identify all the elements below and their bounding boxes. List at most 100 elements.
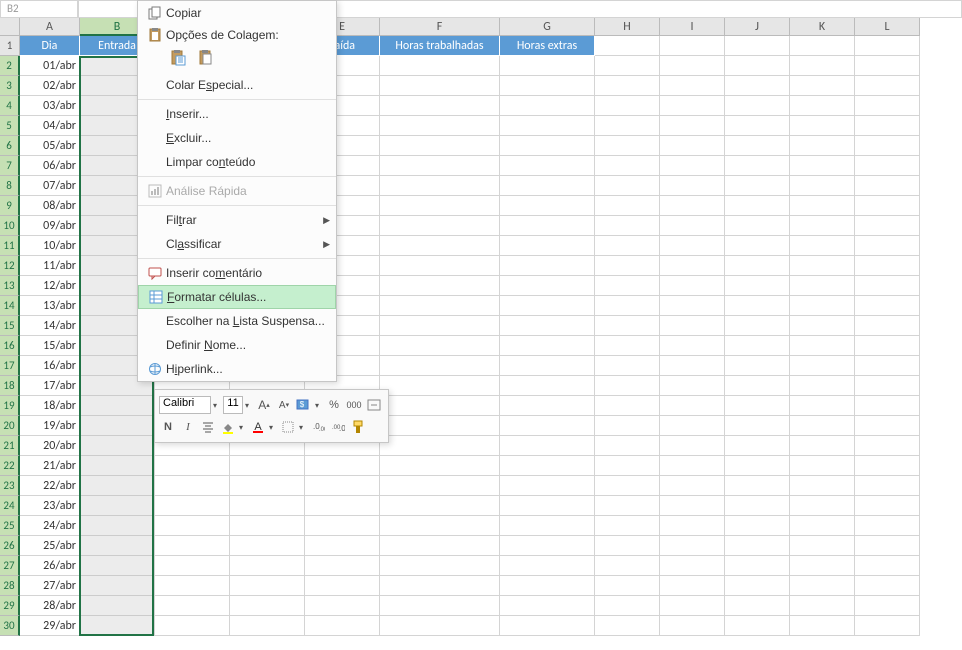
cell-D26[interactable] <box>230 536 305 556</box>
cell-I10[interactable] <box>660 216 725 236</box>
cell-H4[interactable] <box>595 96 660 116</box>
cell-B24[interactable] <box>80 496 155 516</box>
cell-G17[interactable] <box>500 356 595 376</box>
menu-filter[interactable]: Filtrar ▶ <box>138 208 336 232</box>
cell-I12[interactable] <box>660 256 725 276</box>
font-color-button[interactable]: A <box>249 418 267 436</box>
menu-delete[interactable]: Excluir... <box>138 126 336 150</box>
cell-K19[interactable] <box>790 396 855 416</box>
cell-A20[interactable]: 19/abr <box>20 416 80 436</box>
menu-sort[interactable]: Classificar ▶ <box>138 232 336 256</box>
cell-H6[interactable] <box>595 136 660 156</box>
menu-insert[interactable]: Inserir... <box>138 102 336 126</box>
cell-G1[interactable]: Horas extras <box>500 36 595 56</box>
cell-I28[interactable] <box>660 576 725 596</box>
row-header-8[interactable]: 8 <box>0 176 20 196</box>
cell-J5[interactable] <box>725 116 790 136</box>
cell-L5[interactable] <box>855 116 920 136</box>
cell-J30[interactable] <box>725 616 790 636</box>
cell-E25[interactable] <box>305 516 380 536</box>
cell-H23[interactable] <box>595 476 660 496</box>
cell-F4[interactable] <box>380 96 500 116</box>
cell-G15[interactable] <box>500 316 595 336</box>
cell-K13[interactable] <box>790 276 855 296</box>
cell-J21[interactable] <box>725 436 790 456</box>
cell-G26[interactable] <box>500 536 595 556</box>
cell-G9[interactable] <box>500 196 595 216</box>
cell-I26[interactable] <box>660 536 725 556</box>
cell-F24[interactable] <box>380 496 500 516</box>
cell-I14[interactable] <box>660 296 725 316</box>
cell-I1[interactable] <box>660 36 725 56</box>
cell-B21[interactable] <box>80 436 155 456</box>
cell-I16[interactable] <box>660 336 725 356</box>
cell-C27[interactable] <box>155 556 230 576</box>
cell-L4[interactable] <box>855 96 920 116</box>
cell-A21[interactable]: 20/abr <box>20 436 80 456</box>
col-header-L[interactable]: L <box>855 18 920 36</box>
cell-B20[interactable] <box>80 416 155 436</box>
cell-G7[interactable] <box>500 156 595 176</box>
chevron-down-icon[interactable]: ▾ <box>213 401 221 410</box>
chevron-down-icon[interactable]: ▾ <box>299 423 307 432</box>
cell-I2[interactable] <box>660 56 725 76</box>
cell-K1[interactable] <box>790 36 855 56</box>
decrease-decimal-button[interactable]: .00.0 <box>329 418 347 436</box>
cell-F21[interactable] <box>380 436 500 456</box>
cell-A14[interactable]: 13/abr <box>20 296 80 316</box>
cell-L18[interactable] <box>855 376 920 396</box>
cell-H20[interactable] <box>595 416 660 436</box>
cell-L8[interactable] <box>855 176 920 196</box>
italic-button[interactable]: I <box>179 418 197 436</box>
cell-J2[interactable] <box>725 56 790 76</box>
cell-A18[interactable]: 17/abr <box>20 376 80 396</box>
cell-C28[interactable] <box>155 576 230 596</box>
cell-D24[interactable] <box>230 496 305 516</box>
cell-H16[interactable] <box>595 336 660 356</box>
menu-format-cells[interactable]: Formatar células... <box>138 285 336 309</box>
cell-K8[interactable] <box>790 176 855 196</box>
cell-A19[interactable]: 18/abr <box>20 396 80 416</box>
menu-insert-comment[interactable]: Inserir comentário <box>138 261 336 285</box>
cell-H13[interactable] <box>595 276 660 296</box>
row-header-3[interactable]: 3 <box>0 76 20 96</box>
cell-I24[interactable] <box>660 496 725 516</box>
cell-G3[interactable] <box>500 76 595 96</box>
cell-E22[interactable] <box>305 456 380 476</box>
cell-G22[interactable] <box>500 456 595 476</box>
cell-A3[interactable]: 02/abr <box>20 76 80 96</box>
cell-I6[interactable] <box>660 136 725 156</box>
row-header-24[interactable]: 24 <box>0 496 20 516</box>
cell-J6[interactable] <box>725 136 790 156</box>
menu-clear-contents[interactable]: Limpar conteúdo <box>138 150 336 174</box>
cell-I11[interactable] <box>660 236 725 256</box>
cell-J27[interactable] <box>725 556 790 576</box>
cell-F17[interactable] <box>380 356 500 376</box>
cell-H7[interactable] <box>595 156 660 176</box>
cell-A11[interactable]: 10/abr <box>20 236 80 256</box>
cell-F2[interactable] <box>380 56 500 76</box>
cell-I29[interactable] <box>660 596 725 616</box>
cell-I19[interactable] <box>660 396 725 416</box>
cell-L26[interactable] <box>855 536 920 556</box>
cell-J12[interactable] <box>725 256 790 276</box>
cell-A1[interactable]: Dia <box>20 36 80 56</box>
cell-H3[interactable] <box>595 76 660 96</box>
cell-F8[interactable] <box>380 176 500 196</box>
cell-F23[interactable] <box>380 476 500 496</box>
name-box[interactable]: B2 <box>0 0 78 18</box>
cell-F22[interactable] <box>380 456 500 476</box>
cell-K28[interactable] <box>790 576 855 596</box>
cell-B22[interactable] <box>80 456 155 476</box>
cell-A12[interactable]: 11/abr <box>20 256 80 276</box>
cell-D29[interactable] <box>230 596 305 616</box>
align-center-button[interactable] <box>199 418 217 436</box>
cell-L2[interactable] <box>855 56 920 76</box>
cell-G21[interactable] <box>500 436 595 456</box>
cell-A4[interactable]: 03/abr <box>20 96 80 116</box>
cell-J9[interactable] <box>725 196 790 216</box>
cell-F1[interactable]: Horas trabalhadas <box>380 36 500 56</box>
cell-C22[interactable] <box>155 456 230 476</box>
cell-G24[interactable] <box>500 496 595 516</box>
cell-G25[interactable] <box>500 516 595 536</box>
